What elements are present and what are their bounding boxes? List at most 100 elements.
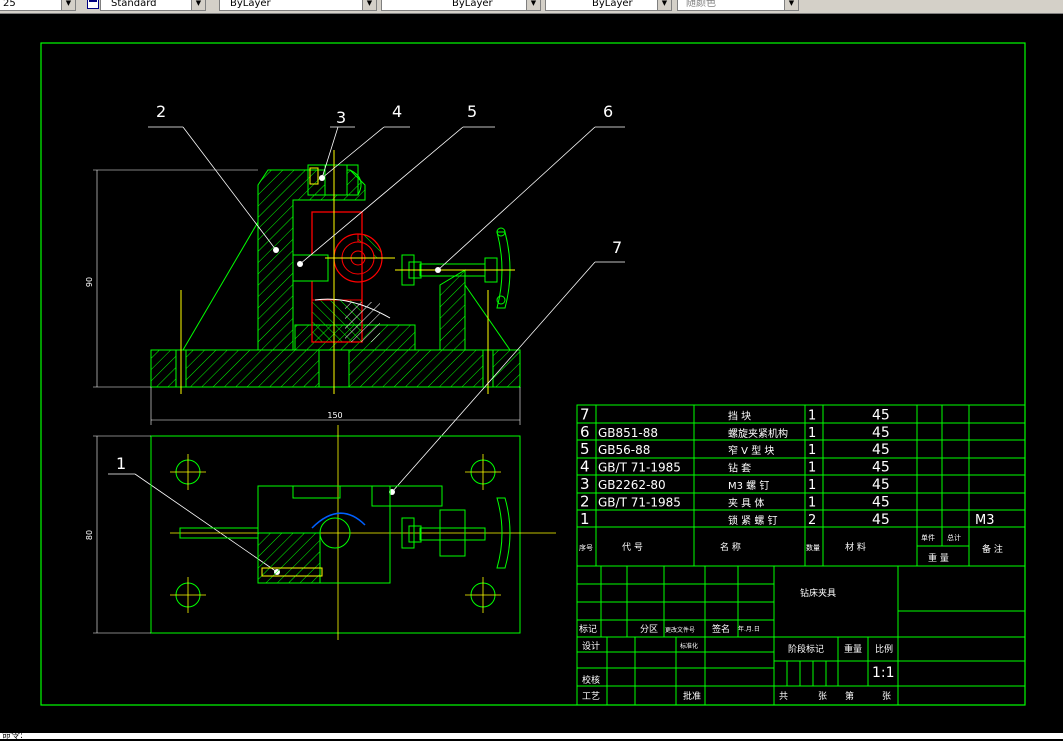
handle-knob-bottom	[496, 295, 506, 305]
layer-value: ByLayer	[230, 0, 271, 9]
tb-standardize: 标准化	[680, 642, 698, 650]
parts-list-cell-name: 夹 具 体	[728, 496, 764, 509]
parts-list-cell-qty: 1	[808, 426, 816, 441]
tb-stage-mark: 阶段标记	[788, 643, 824, 655]
parts-list-cell-code: GB2262-80	[598, 478, 666, 492]
dim-width-front: 150	[327, 411, 342, 420]
lineweight-value: ByLayer	[592, 0, 633, 9]
balloon-label: 5	[467, 102, 477, 121]
layer-combo[interactable]: ByLayer ▼	[219, 0, 377, 11]
hdr-remark: 备 注	[982, 543, 1003, 555]
hdr-unit-weight: 单件	[921, 533, 935, 542]
lineweight-combo[interactable]: ByLayer ▼	[545, 0, 672, 11]
dim-height-front: 90	[85, 277, 94, 287]
chevron-down-icon: ▼	[657, 0, 671, 10]
parts-list-cell-no: 4	[580, 458, 590, 476]
right-support	[439, 269, 466, 351]
tb-scale-value: 1:1	[872, 665, 895, 681]
chevron-down-icon: ▼	[784, 0, 798, 10]
parts-list-cell-name: 钻 套	[728, 462, 751, 475]
parts-list-cell-qty: 1	[808, 408, 816, 423]
tb-weight: 重量	[844, 643, 862, 655]
parts-list-cell-material: 45	[872, 407, 890, 423]
parts-list-cell-material: 45	[872, 512, 890, 528]
insert-hatch	[345, 302, 380, 342]
hdr-code: 代 号	[622, 542, 643, 553]
dim-scale-value: 25	[3, 0, 16, 9]
command-line[interactable]: 命令:	[0, 731, 1063, 741]
hdr-name: 名 称	[720, 541, 741, 553]
text-style-icon[interactable]	[87, 0, 99, 9]
dim-scale-combo[interactable]: 25 ▼	[0, 0, 76, 11]
plot-style-combo[interactable]: 随颜色 ▼	[677, 0, 799, 11]
tb-sheet-unit: 张	[818, 691, 827, 702]
tb-date: 年.月.日	[738, 625, 760, 633]
linetype-combo[interactable]: ByLayer ▼	[381, 0, 541, 11]
parts-list-cell-code: GB/T 71-1985	[598, 461, 681, 475]
tb-sheet-unit2: 张	[882, 691, 891, 702]
hdr-total-weight: 总计	[947, 533, 961, 542]
linetype-value: ByLayer	[452, 0, 493, 9]
balloon-label: 1	[116, 454, 126, 473]
tb-scale: 比例	[875, 643, 893, 655]
parts-list-text: 7 挡 块 1 45 6 GB851-88 螺旋夹紧机构 1 45 5 GB56-88 窄 V 型 块…	[580, 405, 995, 527]
tb-zone: 分区	[640, 624, 658, 635]
parts-list-cell-material: 45	[872, 477, 890, 493]
balloon-label: 6	[603, 102, 613, 121]
slot-top	[292, 485, 341, 499]
properties-toolbar: 25 ▼ Standard ▼ ByLayer ▼ ByLayer ▼ ByLa…	[0, 0, 1063, 14]
parts-list-cell-no: 3	[580, 475, 590, 493]
parts-list-cell-qty: 1	[808, 443, 816, 458]
plot-style-value: 随颜色	[686, 0, 716, 9]
parts-list-cell-qty: 1	[808, 461, 816, 476]
parts-list-cell-qty: 2	[808, 513, 816, 528]
parts-list-cell-remark: M3	[975, 513, 995, 528]
tb-design: 设计	[582, 640, 600, 652]
balloon-label: 4	[392, 102, 402, 121]
top-view: 80	[85, 425, 556, 640]
parts-list-cell-name: 挡 块	[728, 409, 751, 422]
parts-list-cell-name: 锁 紧 螺 钉	[728, 514, 778, 527]
hdr-qty: 数量	[806, 543, 820, 552]
workpiece-top	[311, 512, 366, 529]
tb-sign: 签名	[712, 623, 730, 635]
parts-list-cell-code: GB/T 71-1985	[598, 495, 681, 509]
bush-bore	[324, 164, 348, 196]
stop-block-top	[371, 485, 443, 507]
clamp-pad-top	[408, 525, 422, 543]
parts-list-cell-code: GB851-88	[598, 426, 658, 440]
parts-list-cell-material: 45	[872, 494, 890, 510]
balloon-label: 7	[612, 238, 622, 257]
parts-list-cell-code: GB56-88	[598, 443, 650, 457]
tb-mark: 标记	[579, 623, 597, 635]
chevron-down-icon: ▼	[526, 0, 540, 10]
front-view: 90 150	[85, 150, 521, 425]
hdr-weight: 重 量	[928, 552, 949, 564]
balloon-label: 3	[336, 108, 346, 127]
parts-list-cell-material: 45	[872, 425, 890, 441]
text-style-combo[interactable]: Standard ▼	[100, 0, 206, 11]
parts-list-cell-qty: 1	[808, 478, 816, 493]
drawing-canvas[interactable]: 90 150 2 3 4 5 6 7 1 80 7 挡 块 1 456 GB85…	[0, 14, 1063, 733]
tb-approve: 批准	[683, 690, 701, 702]
clamp-screw-top	[419, 527, 486, 541]
text-style-value: Standard	[111, 0, 157, 9]
command-prompt: 命令:	[2, 731, 24, 741]
chevron-down-icon: ▼	[61, 0, 75, 10]
locking-screw-block	[292, 254, 329, 282]
tb-sheet-no: 第	[845, 690, 854, 702]
title-block	[576, 565, 1026, 706]
tb-sheets-total: 共	[779, 691, 788, 702]
parts-list-cell-no: 7	[580, 405, 590, 423]
parts-list-cell-material: 45	[872, 460, 890, 476]
hdr-material: 材 料	[845, 541, 866, 553]
chevron-down-icon: ▼	[191, 0, 205, 10]
tb-change-doc: 更改文件号	[665, 626, 695, 634]
parts-list-cell-name: 螺旋夹紧机构	[728, 427, 788, 440]
parts-list-cell-material: 45	[872, 442, 890, 458]
parts-list-cell-name: M3 螺 钉	[728, 480, 769, 492]
parts-list-cell-no: 6	[580, 423, 590, 441]
drawing-title: 钻床夹具	[800, 587, 836, 599]
chevron-down-icon: ▼	[362, 0, 376, 10]
rib-line	[182, 221, 259, 351]
